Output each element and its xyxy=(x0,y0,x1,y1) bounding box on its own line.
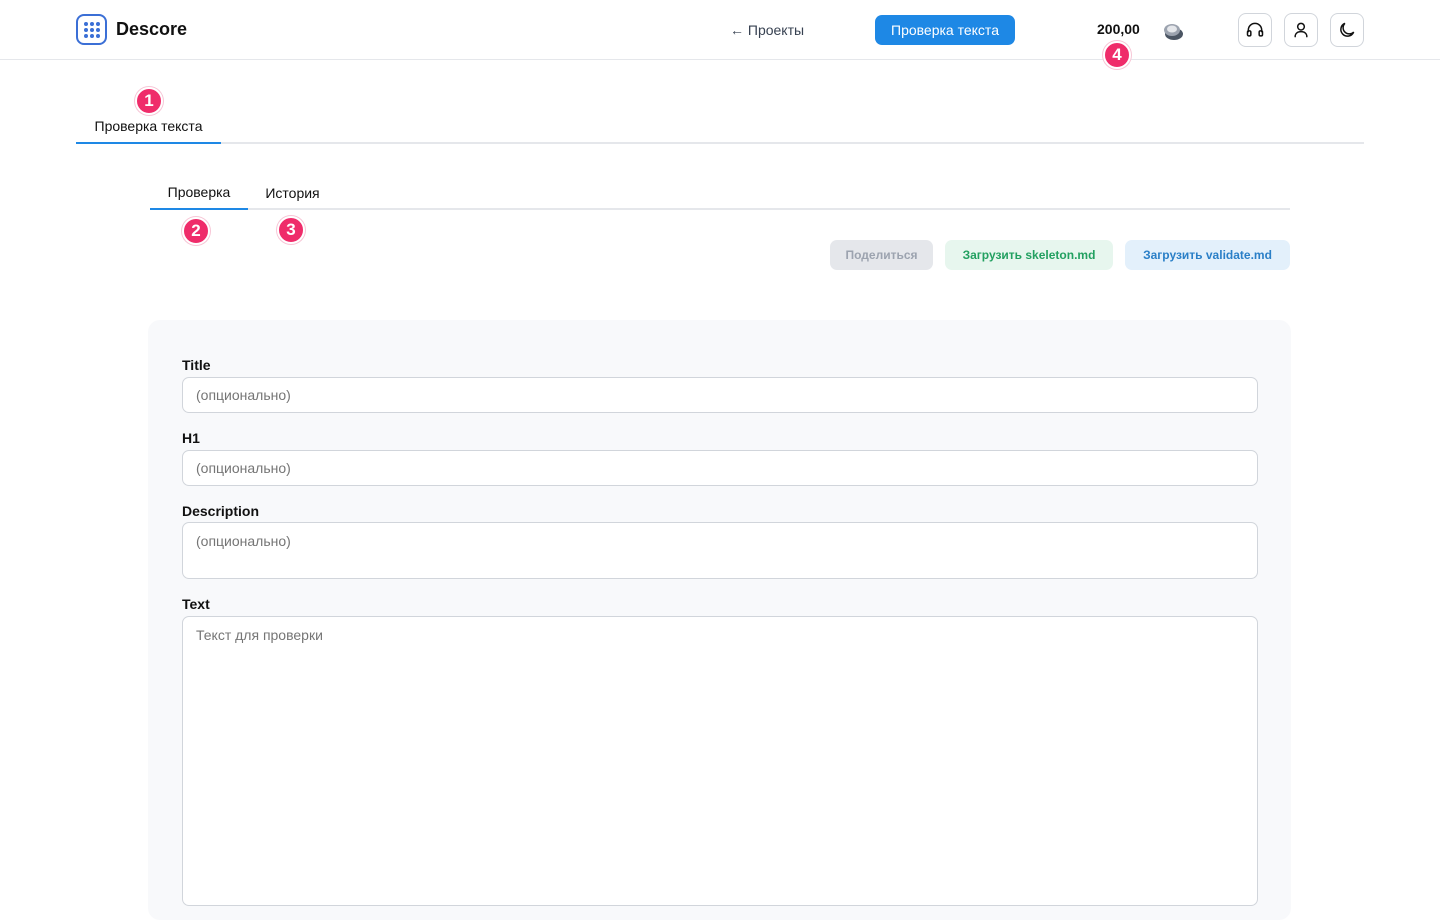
title-label: Title xyxy=(182,357,211,373)
support-button[interactable] xyxy=(1238,13,1272,47)
marker-badge-4: 4 xyxy=(1103,41,1131,69)
top-header: Descore ← Проекты Проверка текста 200,00 xyxy=(0,0,1440,60)
text-label: Text xyxy=(182,596,210,612)
balance-value: 200,00 xyxy=(1097,21,1140,37)
text-textarea[interactable] xyxy=(182,616,1258,906)
app-logo-icon[interactable] xyxy=(76,14,107,45)
brand-name[interactable]: Descore xyxy=(116,19,187,40)
support-headset-icon xyxy=(1246,22,1264,37)
theme-toggle-button[interactable] xyxy=(1330,13,1364,47)
description-textarea[interactable] xyxy=(182,522,1258,579)
profile-button[interactable] xyxy=(1284,13,1318,47)
user-icon xyxy=(1294,22,1308,38)
coin-icon xyxy=(1164,24,1183,40)
tab-text-check[interactable]: Проверка текста xyxy=(76,110,221,144)
moon-icon xyxy=(1340,22,1355,37)
h1-input[interactable] xyxy=(182,450,1258,486)
sub-tabs-bar: Проверка История xyxy=(150,176,1290,210)
description-label: Description xyxy=(182,503,260,519)
marker-badge-2: 2 xyxy=(182,217,210,245)
marker-badge-3: 3 xyxy=(277,216,305,244)
tab-history[interactable]: История xyxy=(250,176,335,210)
upload-validate-button[interactable]: Загрузить validate.md xyxy=(1125,240,1290,270)
h1-label: H1 xyxy=(182,430,200,446)
text-check-nav-button[interactable]: Проверка текста xyxy=(875,15,1015,45)
upload-skeleton-button[interactable]: Загрузить skeleton.md xyxy=(945,240,1113,270)
title-input[interactable] xyxy=(182,377,1258,413)
tab-check[interactable]: Проверка xyxy=(150,176,248,210)
top-tabs-bar: Проверка текста xyxy=(76,110,1364,144)
share-button[interactable]: Поделиться xyxy=(830,240,933,270)
projects-back-link[interactable]: ← Проекты xyxy=(730,22,804,38)
